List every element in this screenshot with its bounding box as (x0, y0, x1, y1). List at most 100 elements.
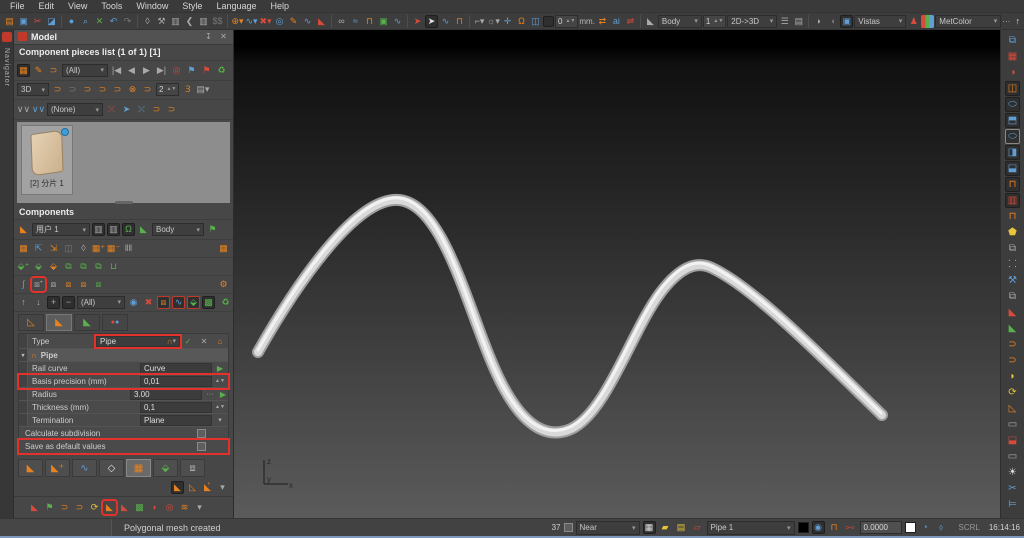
back-view-icon[interactable]: ⬓ (1005, 161, 1020, 176)
menu-view[interactable]: View (62, 1, 93, 11)
texture-icon[interactable]: ▩ (133, 501, 146, 514)
arc-view-icon[interactable]: ⊃ (1005, 337, 1020, 352)
arc-solid-icon[interactable]: ⊃ (73, 501, 86, 514)
first-icon[interactable]: |◀ (110, 64, 123, 77)
shoe-variant1-icon[interactable]: ◣ (171, 481, 184, 494)
polygon-button[interactable]: ◇ (99, 459, 124, 477)
recycle-icon[interactable]: ♻ (215, 64, 228, 77)
target-icon[interactable]: ◎ (273, 15, 286, 28)
zoom-icon[interactable]: ⌕ (79, 15, 92, 28)
red-shoe-icon[interactable]: ◣ (28, 501, 41, 514)
sphere-icon[interactable]: ● (65, 15, 78, 28)
eraser-icon[interactable]: ◊ (77, 242, 90, 255)
red-panel-icon[interactable]: ▥ (1005, 193, 1020, 208)
open-icon[interactable]: ▤ (3, 15, 16, 28)
arrow-up-icon[interactable]: ↑ (1011, 15, 1024, 28)
star-view-icon[interactable]: ⬟ (1005, 225, 1020, 240)
pick-icon[interactable]: ⇱ (32, 242, 45, 255)
splitter-handle[interactable] (115, 201, 133, 204)
target-yellow-icon[interactable]: ⟳ (1005, 385, 1020, 400)
views-select[interactable]: Vistas▾ (854, 15, 906, 28)
light-icon[interactable]: ☼▾ (487, 15, 500, 28)
eye-icon[interactable]: ◉ (127, 296, 140, 309)
select-red-icon[interactable]: ➤ (411, 15, 424, 28)
shoe-variant3-icon[interactable]: ◣̓ (201, 481, 214, 494)
link-status-icon[interactable]: ⧟ (844, 521, 857, 534)
front-view-icon[interactable]: ⬭ (1005, 129, 1020, 144)
block-remove-icon[interactable]: ▦⁻ (107, 242, 120, 255)
pages-icon[interactable]: ⧉ (1005, 33, 1020, 48)
termination-select[interactable]: Plane (140, 415, 212, 426)
close-icon[interactable]: ✕ (218, 31, 229, 42)
menu-window[interactable]: Window (130, 1, 174, 11)
offset-check[interactable] (543, 16, 554, 27)
count-spinner[interactable]: 1 ▲▼ (703, 15, 726, 28)
termination-dropdown-icon[interactable]: ▾ (212, 416, 228, 424)
hide-icon[interactable]: ✖ (142, 296, 155, 309)
calc-subdivision-checkbox[interactable] (197, 429, 206, 438)
sel-cube-icon[interactable]: ⧈ (157, 296, 170, 309)
pipe-group-row[interactable]: ▾ ∩ Pipe (19, 349, 228, 362)
coordinate-field[interactable]: 0.0000 (860, 521, 902, 534)
cut-icon[interactable]: ✕ (93, 15, 106, 28)
curve-tool-icon[interactable]: ∿▾ (245, 15, 258, 28)
pie-icon[interactable]: ◔ (919, 521, 932, 534)
points-red-icon[interactable]: ⤫ (105, 103, 118, 116)
line-color-swatch[interactable] (798, 522, 809, 533)
green-shoe-view-icon[interactable]: ◣ (1005, 321, 1020, 336)
pipe-shoe-icon[interactable]: ◣ (103, 501, 116, 514)
arc-solid-view-icon[interactable]: ⊃ (1005, 353, 1020, 368)
part-orange-icon[interactable]: ⬙ (47, 260, 60, 273)
copy-icon[interactable]: ▥ (169, 15, 182, 28)
sel-curve-icon[interactable]: ∿ (172, 296, 185, 309)
sole-icon[interactable]: ◗ (148, 501, 161, 514)
body-select[interactable]: Body▾ (658, 15, 702, 28)
navigator-tab[interactable]: Navigator (3, 48, 10, 87)
move-icon[interactable]: ✛ (501, 15, 514, 28)
heel-icon[interactable]: ◺ (1005, 401, 1020, 416)
cube-orange-icon[interactable]: ⧈ (62, 278, 75, 291)
pick-radius-button[interactable]: ▶ (218, 390, 228, 399)
grid-view-icon[interactable]: ▦ (17, 64, 30, 77)
arc-tool-icon[interactable]: ⊃ (58, 501, 71, 514)
piece-add-icon[interactable]: ⊃ (51, 83, 64, 96)
stack-icon[interactable]: ▤▾ (196, 83, 209, 96)
home-button[interactable]: ⌂ (212, 337, 228, 346)
plane-icon[interactable]: ◗ (812, 15, 825, 28)
bucket-icon[interactable]: ⬨ (935, 521, 948, 534)
views-monitor-icon[interactable]: ▣ (840, 15, 853, 28)
lock-small-icon[interactable]: ⊓ (1005, 209, 1020, 224)
spinner-arrows-icon[interactable]: ▲▼ (166, 87, 176, 92)
folder-small-icon[interactable]: ⧉ (1005, 241, 1020, 256)
zigzag-color-icon[interactable]: ∨∨ (32, 103, 45, 116)
tools-mix-icon[interactable]: ⚒ (1005, 273, 1020, 288)
knife-icon[interactable]: ◣ (315, 15, 328, 28)
piece-copy-icon[interactable]: ⊃ (96, 83, 109, 96)
pin-icon[interactable]: ↧ (203, 31, 214, 42)
piece-swap-icon[interactable]: ⊗ (126, 83, 139, 96)
flag-blue-icon[interactable]: ⚑ (185, 64, 198, 77)
red-blue-icon[interactable]: ⬓ (1005, 433, 1020, 448)
duplicate-icon[interactable]: ▥ (197, 15, 210, 28)
pencil-icon[interactable]: ✎ (287, 15, 300, 28)
surface-button[interactable]: ⬙ (153, 459, 178, 477)
film-icon[interactable]: ▥ (92, 223, 105, 236)
map-icon[interactable]: ⚑ (206, 223, 219, 236)
tab-shoe-solid[interactable]: ◣ (46, 314, 72, 331)
boot-icon[interactable]: ◣ (118, 501, 131, 514)
attach-icon[interactable]: ✎ (32, 64, 45, 77)
copies-spinner[interactable]: 2 ▲▼ (156, 83, 179, 96)
measure-icon[interactable]: ⊨ (1005, 497, 1020, 512)
piece-tool2-icon[interactable]: ⊃ (165, 103, 178, 116)
repair-icon[interactable]: ⚒ (155, 15, 168, 28)
link-icon[interactable]: ∞ (335, 15, 348, 28)
pick-add-icon[interactable]: ⇲ (47, 242, 60, 255)
film2-icon[interactable]: ▥ (107, 223, 120, 236)
mesh-button[interactable]: ▦ (126, 459, 151, 477)
radius-input[interactable]: 3.00 (130, 389, 202, 400)
delete-tool-icon[interactable]: ✖▾ (259, 15, 272, 28)
collapse-icon[interactable]: − (62, 296, 75, 309)
select-cursor-icon[interactable]: ➤ (425, 15, 438, 28)
part-swap-icon[interactable]: ⧉ (77, 260, 90, 273)
half-circle-icon[interactable]: ◑ (1005, 65, 1020, 80)
